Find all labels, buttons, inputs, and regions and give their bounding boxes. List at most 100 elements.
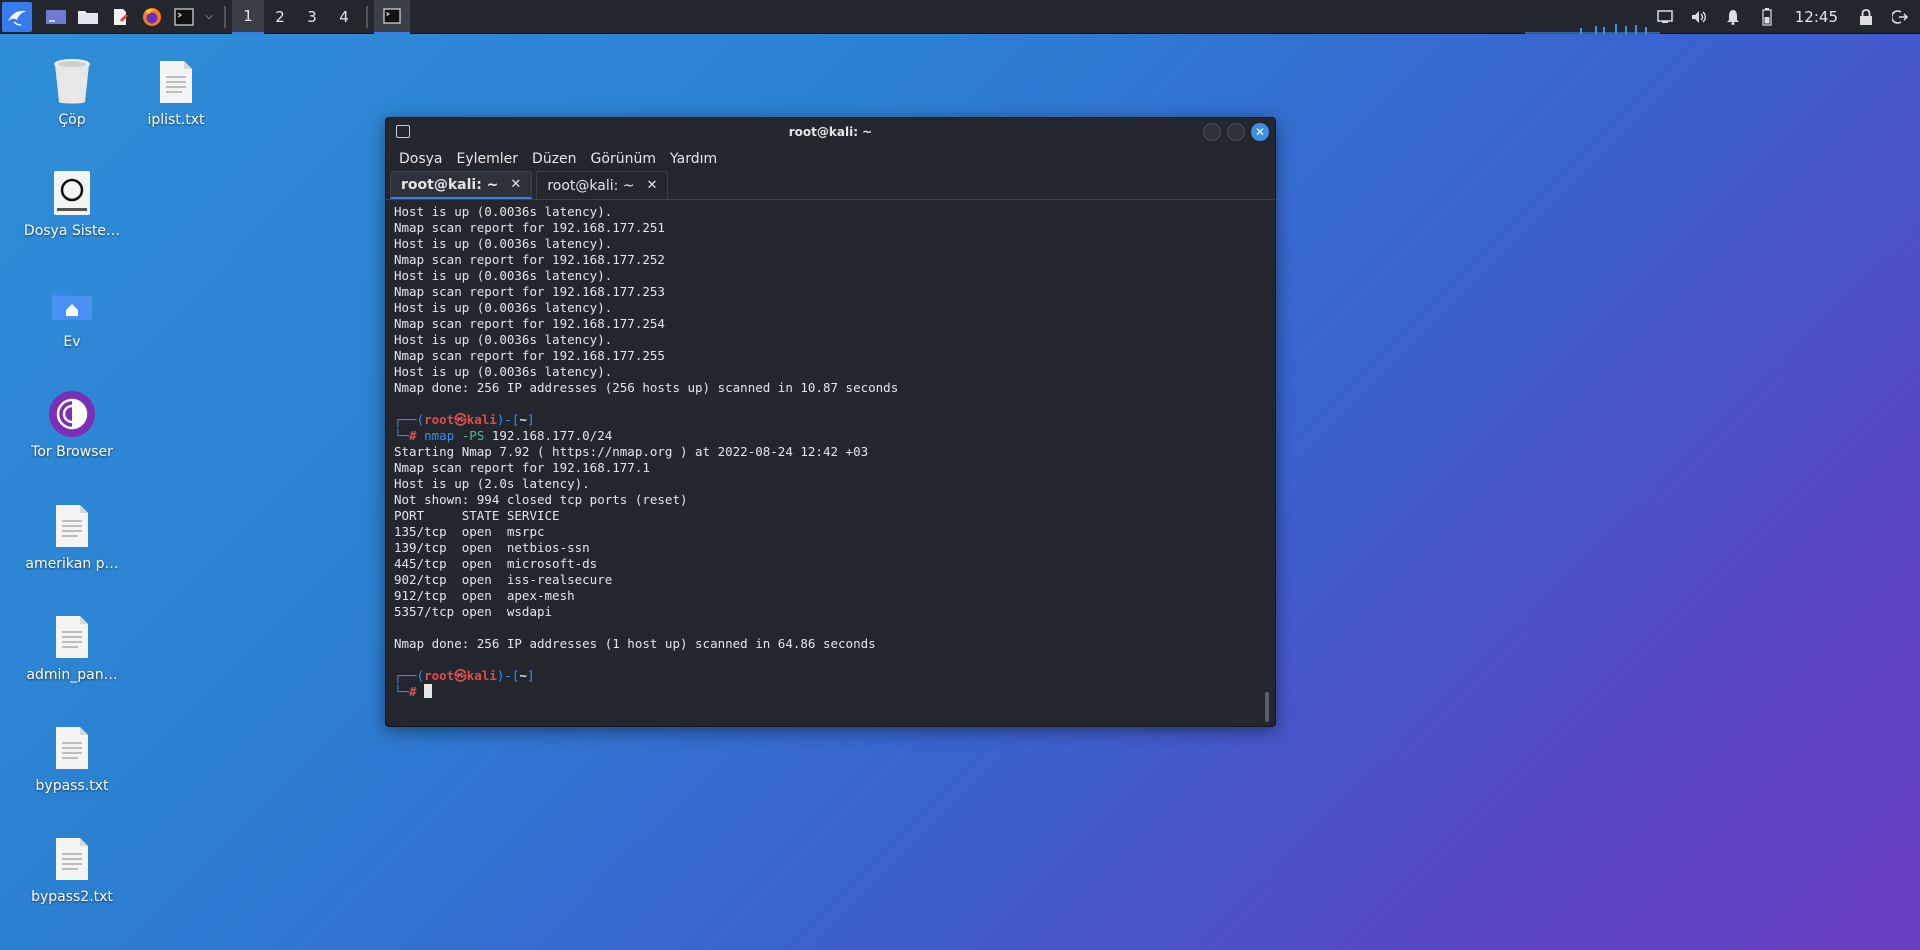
terminal-scrollbar[interactable]	[1265, 692, 1269, 722]
prompt-mid: )-[	[496, 668, 520, 683]
output-line: Nmap scan report for 192.168.177.253	[394, 284, 665, 299]
terminal-output[interactable]: Host is up (0.0036s latency). Nmap scan …	[386, 200, 1275, 726]
prompt-hash: #	[409, 428, 417, 443]
prompt-host: kali	[466, 668, 497, 683]
output-line: Nmap scan report for 192.168.177.252	[394, 252, 665, 267]
terminal-titlebar[interactable]: root@kali: ~ ✕	[386, 118, 1275, 146]
logout-icon[interactable]	[1888, 0, 1912, 34]
desktop-icon-label: Dosya Siste…	[23, 223, 121, 239]
desktop-icon-bypass[interactable]: bypass.txt	[17, 724, 127, 794]
close-icon: ✕	[1254, 125, 1266, 139]
output-line: Nmap done: 256 IP addresses (1 host up) …	[394, 636, 876, 651]
volume-icon[interactable]	[1687, 0, 1711, 34]
taskbar-terminal-window[interactable]	[374, 0, 410, 34]
desktop-icon-bypass2[interactable]: bypass2.txt	[17, 835, 127, 905]
output-line: Host is up (0.0036s latency).	[394, 300, 613, 315]
command-name: nmap	[424, 428, 455, 443]
output-line: 135/tcp open msrpc	[394, 524, 545, 539]
system-tray: 12:45	[1653, 0, 1920, 34]
menu-file[interactable]: Dosya	[399, 151, 443, 167]
desktop-icon-home[interactable]: Ev	[17, 280, 127, 350]
prompt-user: root	[424, 668, 455, 683]
desktop-icon-label: Çöp	[58, 112, 86, 128]
launcher-dropdown[interactable]: ⌵	[200, 0, 218, 34]
workspace-2[interactable]: 2	[264, 0, 296, 34]
kali-menu-button[interactable]	[2, 1, 32, 32]
output-line: Host is up (0.0036s latency).	[394, 364, 613, 379]
command-line[interactable]: └─#	[394, 684, 1275, 700]
desktop-icon-label: Ev	[63, 334, 81, 350]
desktop-icon-admin-panel[interactable]: admin_pan…	[17, 613, 127, 683]
workspace-3[interactable]: 3	[296, 0, 328, 34]
text-editor-icon	[114, 8, 128, 25]
output-line: 5357/tcp open wsdapi	[394, 604, 553, 619]
desktop-icon-amerikan[interactable]: amerikan p…	[17, 502, 127, 572]
lock-icon[interactable]	[1854, 0, 1878, 34]
close-button[interactable]: ✕	[1251, 123, 1269, 141]
output-line: Host is up (0.0036s latency).	[394, 236, 613, 251]
menu-view[interactable]: Görünüm	[591, 151, 656, 167]
menu-edit[interactable]: Düzen	[532, 151, 577, 167]
workspace-1[interactable]: 1	[232, 0, 264, 34]
desktop-icon	[46, 9, 66, 24]
prompt-mid: )-[	[496, 412, 520, 427]
menu-help[interactable]: Yardım	[670, 151, 717, 167]
text-file-icon	[152, 58, 200, 106]
output-line: Host is up (0.0036s latency).	[394, 332, 613, 347]
text-file-icon	[48, 835, 96, 883]
output-line: Nmap scan report for 192.168.177.251	[394, 220, 665, 235]
desktop-icon-filesystem[interactable]: Dosya Siste…	[17, 169, 127, 239]
prompt-at: ㉿	[454, 412, 467, 427]
terminal-icon	[396, 125, 410, 138]
close-tab-icon[interactable]: ✕	[510, 177, 521, 192]
desktop-icon-trash[interactable]: Çöp	[17, 58, 127, 128]
chevron-down-icon: ⌵	[205, 11, 213, 22]
firefox-icon	[143, 7, 161, 26]
terminal-tabbar: root@kali: ~ ✕ root@kali: ~ ✕	[386, 171, 1275, 200]
command-flag: -PS	[461, 428, 485, 443]
window-title: root@kali: ~	[788, 125, 873, 139]
tab-1[interactable]: root@kali: ~ ✕	[390, 171, 533, 199]
firefox-launcher[interactable]	[136, 0, 168, 34]
file-manager-launcher[interactable]	[72, 0, 104, 34]
taskbar: ⌵ 1 2 3 4 12:45	[0, 0, 1920, 34]
close-tab-icon[interactable]: ✕	[647, 178, 658, 193]
text-file-icon	[48, 502, 96, 550]
output-line: Host is up (2.0s latency).	[394, 476, 590, 491]
cpu-graph	[1525, 24, 1660, 34]
tab-2[interactable]: root@kali: ~ ✕	[536, 171, 669, 199]
prompt-host: kali	[466, 412, 497, 427]
maximize-button[interactable]	[1227, 123, 1245, 141]
output-line: Nmap scan report for 192.168.177.255	[394, 348, 665, 363]
show-desktop-button[interactable]	[40, 0, 72, 34]
home-folder-icon	[48, 280, 96, 328]
prompt-hash: #	[409, 684, 417, 699]
desktop-icon-label: admin_pan…	[26, 667, 118, 683]
notification-bell-icon[interactable]	[1721, 0, 1745, 34]
clock[interactable]: 12:45	[1789, 0, 1844, 34]
output-line: Nmap done: 256 IP addresses (256 hosts u…	[394, 380, 899, 395]
text-file-icon	[48, 613, 96, 661]
terminal-launcher[interactable]	[168, 0, 200, 34]
terminal-icon	[174, 7, 194, 26]
prompt-at: ㉿	[454, 668, 467, 683]
output-line: Nmap scan report for 192.168.177.254	[394, 316, 665, 331]
workspace-4[interactable]: 4	[328, 0, 360, 34]
output-line: 139/tcp open netbios-ssn	[394, 540, 590, 555]
desktop-icon-iplist[interactable]: iplist.txt	[121, 58, 231, 128]
text-editor-launcher[interactable]	[104, 0, 136, 34]
terminal-window: root@kali: ~ ✕ Dosya Eylemler Düzen Görü…	[385, 117, 1276, 727]
desktop-icon-tor-browser[interactable]: Tor Browser	[17, 390, 127, 460]
minimize-button[interactable]	[1203, 123, 1221, 141]
battery-icon[interactable]	[1755, 0, 1779, 34]
desktop-icon-label: bypass2.txt	[31, 889, 113, 905]
prompt-close: ]	[526, 668, 535, 683]
desktop-icon-label: bypass.txt	[35, 778, 109, 794]
display-icon[interactable]	[1653, 0, 1677, 34]
trash-icon	[48, 58, 96, 106]
folder-icon	[78, 10, 98, 24]
menu-actions[interactable]: Eylemler	[457, 151, 519, 167]
output-line: 912/tcp open apex-mesh	[394, 588, 575, 603]
